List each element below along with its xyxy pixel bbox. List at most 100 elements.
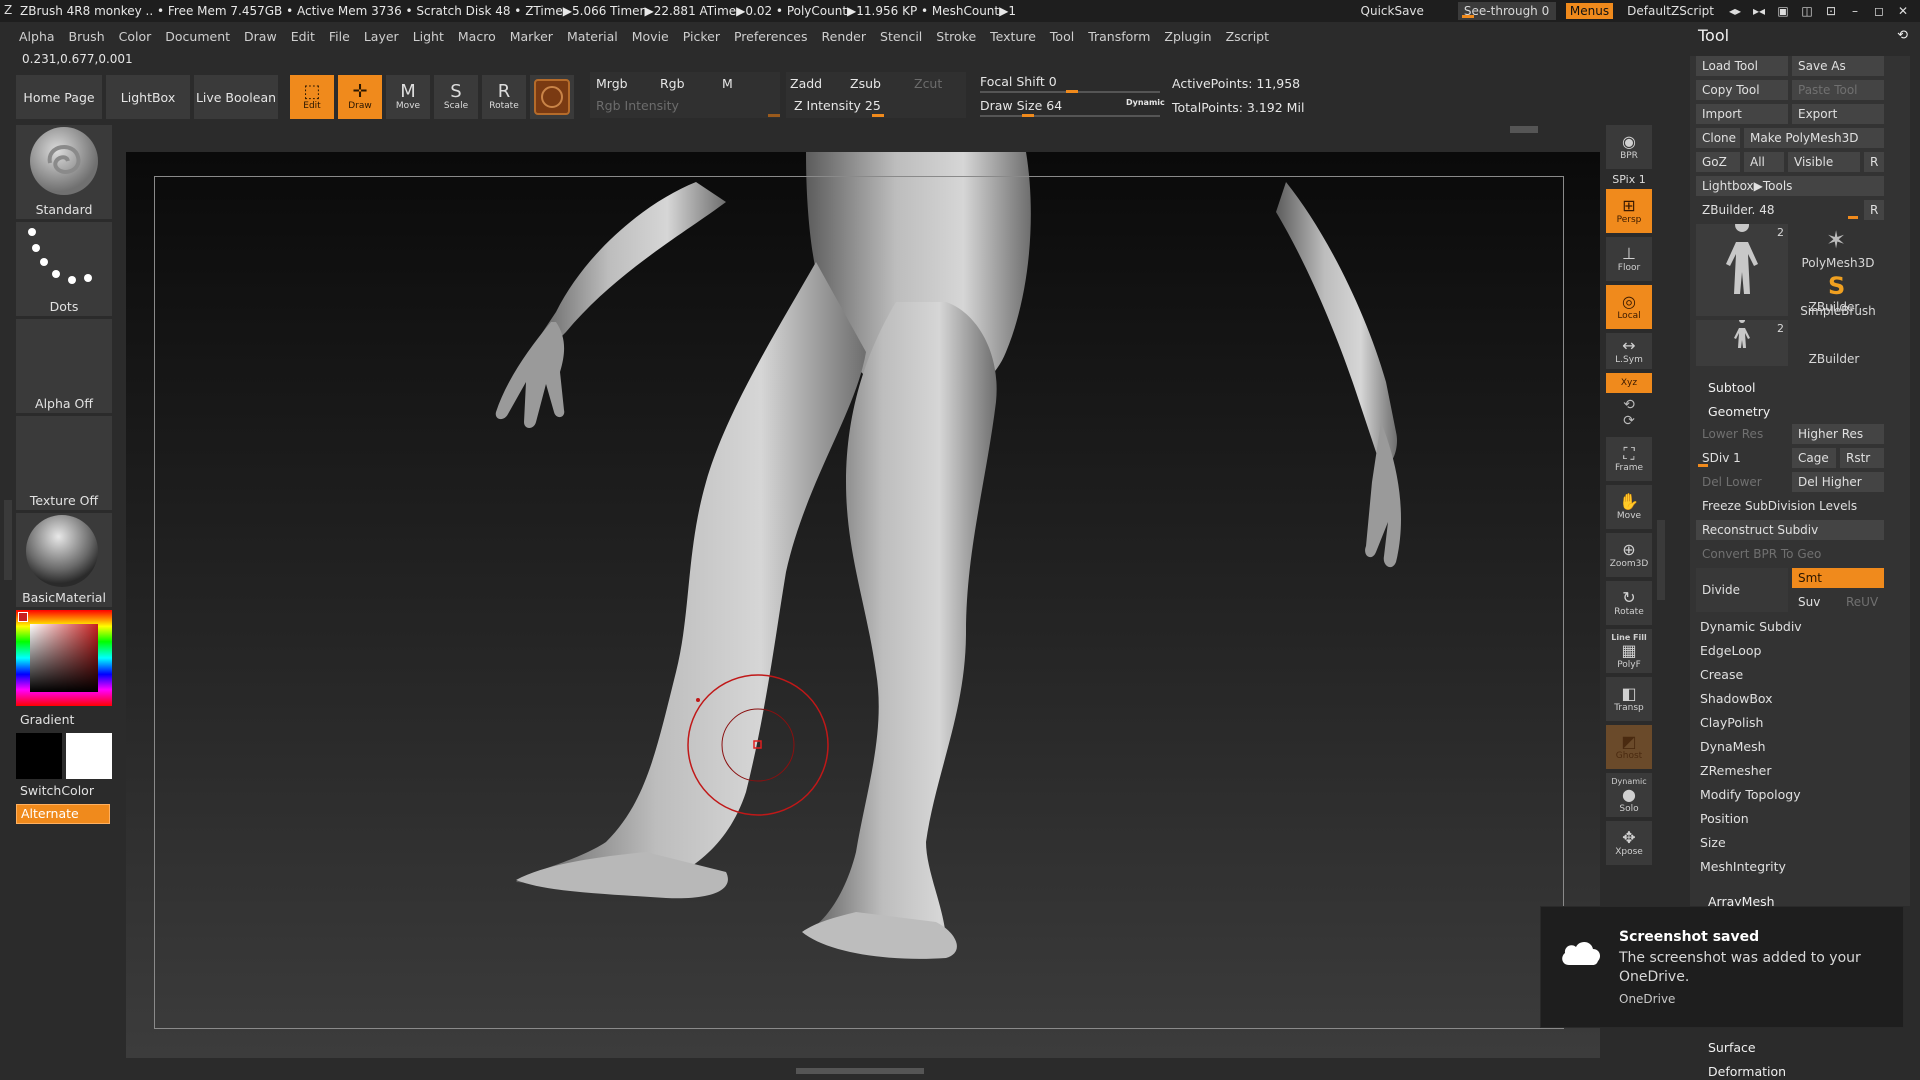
move-view-button[interactable]: ✋ Move [1606,485,1652,529]
menus-button[interactable]: Menus [1565,3,1614,19]
tool-thumb-simplebrush[interactable]: S SimpleBrush [1792,272,1884,318]
draw-button[interactable]: ✛ Draw [338,75,382,119]
lower-res-button[interactable]: Lower Res [1696,424,1788,444]
menu-brush[interactable]: Brush [62,29,112,44]
live-boolean-button[interactable]: Live Boolean [194,75,278,119]
frame-button[interactable]: ⛶ Frame [1606,437,1652,481]
m-button[interactable]: M [722,76,733,91]
zsub-button[interactable]: Zsub [850,76,881,91]
material-swatch-button[interactable] [530,75,574,119]
right-tray-handle[interactable] [1657,520,1665,600]
convert-bpr-button[interactable]: Convert BPR To Geo [1696,544,1884,564]
home-page-button[interactable]: Home Page [16,75,102,119]
del-lower-button[interactable]: Del Lower [1696,472,1788,492]
solo-button[interactable]: Dynamic ● Solo [1606,773,1652,817]
suv-toggle[interactable]: Suv [1792,592,1836,612]
divide-button[interactable]: Divide [1696,568,1788,612]
higher-res-button[interactable]: Higher Res [1792,424,1884,444]
spix-slider[interactable]: SPix 1 [1604,173,1654,189]
palette-icon[interactable]: ▣ [1776,4,1790,18]
tool-thumb-polymesh3d[interactable]: ✶ PolyMesh3D [1792,224,1884,270]
surface-section[interactable]: Surface [1708,1040,1756,1055]
rotate-button[interactable]: R Rotate [482,75,526,119]
geometry-section[interactable]: Geometry [1708,404,1770,419]
shadowbox-section[interactable]: ShadowBox [1696,688,1886,710]
lightbox-button[interactable]: LightBox [106,75,190,119]
menu-layer[interactable]: Layer [357,29,406,44]
xpose-button[interactable]: ✥ Xpose [1606,821,1652,865]
goz-visible-button[interactable]: Visible [1788,152,1860,172]
lock-icon[interactable]: ⊡ [1824,4,1838,18]
scroll-handle[interactable] [1510,126,1538,133]
menu-tool[interactable]: Tool [1043,29,1081,44]
rgb-button[interactable]: Rgb [660,76,685,91]
menu-movie[interactable]: Movie [625,29,676,44]
menu-edit[interactable]: Edit [284,29,322,44]
del-higher-button[interactable]: Del Higher [1792,472,1884,492]
goz-all-button[interactable]: All [1744,152,1784,172]
clone-button[interactable]: Clone [1696,128,1740,148]
brush-button[interactable]: Standard [16,125,112,219]
claypolish-section[interactable]: ClayPolish [1696,712,1886,734]
position-section[interactable]: Position [1696,808,1886,830]
cage-button[interactable]: Cage [1792,448,1836,468]
menu-marker[interactable]: Marker [503,29,560,44]
export-button[interactable]: Export [1792,104,1884,124]
bpr-button[interactable]: ◉ BPR [1606,125,1652,169]
ghost-button[interactable]: ◩ Ghost [1606,725,1652,769]
dynamesh-section[interactable]: DynaMesh [1696,736,1886,758]
modify-topology-section[interactable]: Modify Topology [1696,784,1886,806]
menu-transform[interactable]: Transform [1081,29,1157,44]
rotate-axis-icons[interactable]: ⟲ ⟳ [1604,397,1654,437]
color-picker[interactable] [16,610,112,706]
menu-file[interactable]: File [322,29,357,44]
zadd-button[interactable]: Zadd [790,76,822,91]
rgb-intensity-slider[interactable]: Rgb Intensity [596,98,679,113]
rotate-view-button[interactable]: ↻ Rotate [1606,581,1652,625]
deformation-section[interactable]: Deformation [1708,1064,1786,1079]
freeze-subdivision-button[interactable]: Freeze SubDivision Levels [1696,496,1884,516]
mrgb-button[interactable]: Mrgb [596,76,628,91]
material-button[interactable]: BasicMaterial [16,513,112,607]
menu-preferences[interactable]: Preferences [727,29,815,44]
onedrive-notification[interactable]: Screenshot saved The screenshot was adde… [1540,906,1904,1028]
saturation-square[interactable] [30,624,98,692]
floor-button[interactable]: ⊥ Floor [1606,237,1652,281]
edgeloop-section[interactable]: EdgeLoop [1696,640,1886,662]
stroke-button[interactable]: Dots [16,222,112,316]
texture-button[interactable]: Texture Off [16,416,112,510]
z-intensity-slider[interactable]: Z Intensity 25 [794,98,881,113]
local-button[interactable]: ◎ Local [1606,285,1652,329]
menu-macro[interactable]: Macro [451,29,503,44]
minimize-icon[interactable]: – [1848,4,1862,18]
bottom-shelf-handle[interactable] [796,1068,924,1074]
draw-size-slider[interactable]: Draw Size 64 [980,98,1062,113]
menu-alpha[interactable]: Alpha [12,29,62,44]
quicksave-button[interactable]: QuickSave [1357,4,1428,18]
tool-thumb-zbuilder[interactable]: 2 ZBuilder [1696,218,1859,316]
primary-color-swatch[interactable] [66,733,112,779]
smt-toggle[interactable]: Smt [1792,568,1884,588]
menu-texture[interactable]: Texture [983,29,1043,44]
goz-r-button[interactable]: R [1864,152,1884,172]
load-tool-button[interactable]: Load Tool [1696,56,1788,76]
menu-document[interactable]: Document [158,29,237,44]
left-tray-handle[interactable] [4,500,12,580]
menu-stencil[interactable]: Stencil [873,29,929,44]
menu-material[interactable]: Material [560,29,625,44]
alternate-button[interactable]: Alternate [16,804,110,824]
menu-draw[interactable]: Draw [237,29,284,44]
save-as-button[interactable]: Save As [1792,56,1884,76]
meshintegrity-section[interactable]: MeshIntegrity [1696,856,1886,878]
lightbox-tools-button[interactable]: Lightbox▶Tools [1696,176,1884,196]
secondary-color-swatch[interactable] [16,733,62,779]
scale-button[interactable]: S Scale [434,75,478,119]
focal-shift-slider[interactable]: Focal Shift 0 [980,74,1057,89]
edit-button[interactable]: ⬚ Edit [290,75,334,119]
move-button[interactable]: M Move [386,75,430,119]
size-section[interactable]: Size [1696,832,1886,854]
paste-tool-button[interactable]: Paste Tool [1792,80,1884,100]
alpha-button[interactable]: Alpha Off [16,319,112,413]
tool-thumb-zbuilder-2[interactable]: 2 ZBuilder [1696,317,1859,366]
zbuilder-slider[interactable]: ZBuilder. 48 [1696,200,1860,220]
